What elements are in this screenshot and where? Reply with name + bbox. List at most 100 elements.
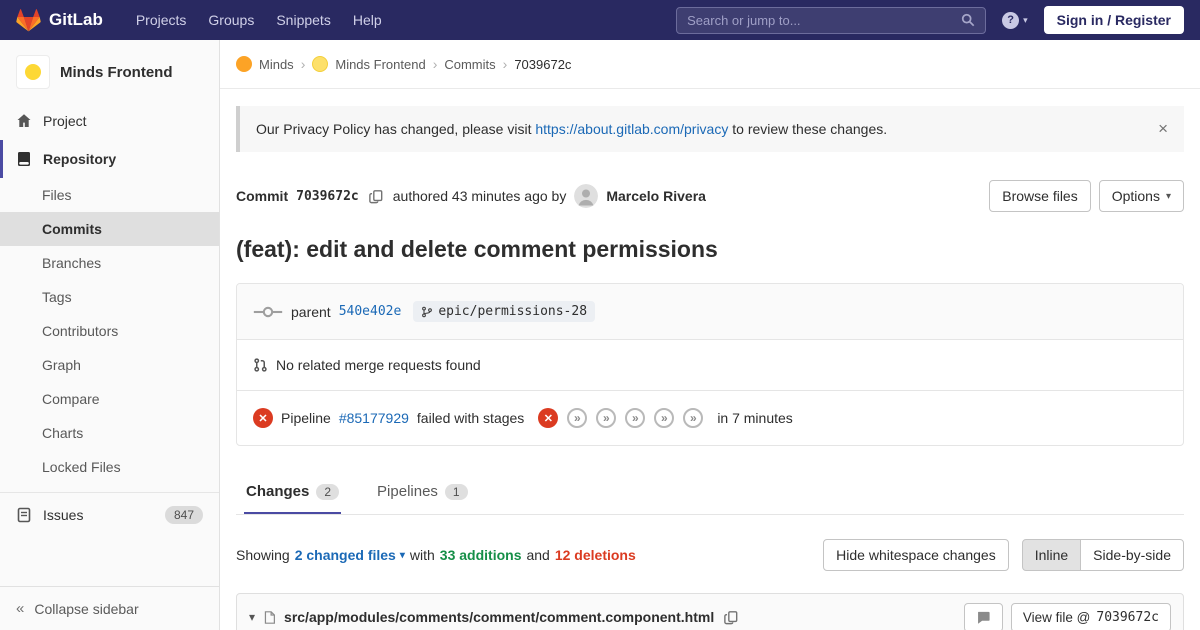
menu-snippets[interactable]: Snippets bbox=[265, 6, 341, 34]
chevron-down-icon: ▾ bbox=[1023, 14, 1028, 25]
sidebar-item-files[interactable]: Files bbox=[0, 178, 219, 212]
tab-pipelines-label: Pipelines bbox=[377, 483, 438, 500]
and-label: and bbox=[526, 547, 550, 563]
pipeline-mini-graph: ✕ » » » » » bbox=[538, 408, 704, 428]
showing-label: Showing bbox=[236, 547, 290, 563]
sign-in-button[interactable]: Sign in / Register bbox=[1043, 6, 1184, 34]
pipeline-duration: in 7 minutes bbox=[717, 410, 793, 426]
sidebar-item-project[interactable]: Project bbox=[0, 102, 219, 140]
browse-files-button[interactable]: Browse files bbox=[989, 180, 1091, 212]
view-file-label: View file @ bbox=[1022, 609, 1091, 625]
pipeline-stage-skipped-icon[interactable]: » bbox=[625, 408, 646, 428]
sidebar-item-label: Issues bbox=[43, 507, 84, 523]
file-comment-button[interactable] bbox=[963, 602, 1003, 630]
sidebar-item-repository[interactable]: Repository bbox=[0, 140, 219, 178]
commit-sha: 7039672c bbox=[296, 188, 359, 204]
breadcrumb-group[interactable]: Minds bbox=[259, 57, 294, 72]
privacy-banner: Our Privacy Policy has changed, please v… bbox=[236, 106, 1184, 152]
project-name: Minds Frontend bbox=[60, 63, 173, 81]
menu-groups[interactable]: Groups bbox=[197, 6, 265, 34]
chevron-down-icon: ▾ bbox=[1165, 190, 1171, 202]
privacy-policy-link[interactable]: https://about.gitlab.com/privacy bbox=[535, 121, 728, 137]
sidebar-item-branches[interactable]: Branches bbox=[0, 246, 219, 280]
pipeline-stage-skipped-icon[interactable]: » bbox=[654, 408, 675, 428]
parent-sha-link[interactable]: 540e402e bbox=[339, 304, 402, 319]
top-navbar: GitLab Projects Groups Snippets Help ? ▾… bbox=[0, 0, 1200, 40]
collapse-file-chevron-icon[interactable]: ▾ bbox=[249, 610, 255, 624]
sidebar-item-charts[interactable]: Charts bbox=[0, 416, 219, 450]
help-dropdown[interactable]: ? ▾ bbox=[1002, 11, 1028, 29]
breadcrumb: Minds › Minds Frontend › Commits › 70396… bbox=[220, 40, 1200, 89]
pipeline-stage-skipped-icon[interactable]: » bbox=[596, 408, 617, 428]
commit-label: Commit bbox=[236, 188, 289, 204]
author-avatar[interactable] bbox=[574, 184, 599, 208]
merge-request-icon bbox=[253, 357, 268, 373]
collapse-sidebar-label: Collapse sidebar bbox=[34, 600, 139, 617]
changed-files-dropdown[interactable]: 2 changed files ▾ bbox=[295, 547, 405, 563]
hide-whitespace-button[interactable]: Hide whitespace changes bbox=[823, 539, 1009, 571]
inline-view-button[interactable]: Inline bbox=[1021, 539, 1082, 571]
sidebar-item-compare[interactable]: Compare bbox=[0, 382, 219, 416]
main-menu: Projects Groups Snippets Help bbox=[125, 6, 393, 34]
view-file-button[interactable]: View file @ 7039672c bbox=[1010, 602, 1171, 630]
brand-name: GitLab bbox=[49, 10, 103, 29]
pipeline-stage-skipped-icon[interactable]: » bbox=[567, 408, 588, 428]
pipelines-count-badge: 1 bbox=[444, 483, 468, 500]
tab-changes[interactable]: Changes 2 bbox=[244, 470, 342, 514]
chevron-right-icon: › bbox=[432, 56, 438, 72]
gitlab-home-link[interactable]: GitLab bbox=[16, 8, 103, 32]
sidebar-item-commits[interactable]: Commits bbox=[0, 212, 219, 246]
search-input[interactable] bbox=[687, 12, 956, 28]
breadcrumb-commits[interactable]: Commits bbox=[444, 57, 495, 72]
comment-bubble-icon bbox=[976, 610, 991, 625]
commit-tabs: Changes 2 Pipelines 1 bbox=[236, 470, 1184, 515]
branch-name: epic/permissions-28 bbox=[438, 304, 588, 319]
side-by-side-view-button[interactable]: Side-by-side bbox=[1080, 539, 1184, 571]
project-context[interactable]: Minds Frontend bbox=[0, 40, 219, 102]
sidebar: Minds Frontend Project Repository Files … bbox=[0, 40, 220, 630]
sidebar-item-contributors[interactable]: Contributors bbox=[0, 314, 219, 348]
sidebar-item-tags[interactable]: Tags bbox=[0, 280, 219, 314]
banner-text-after: to review these changes. bbox=[728, 121, 888, 137]
copy-file-path-button[interactable] bbox=[722, 608, 740, 627]
main-content: Minds › Minds Frontend › Commits › 70396… bbox=[220, 0, 1200, 630]
pipeline-failed-icon[interactable]: ✕ bbox=[253, 408, 273, 428]
tab-pipelines[interactable]: Pipelines 1 bbox=[375, 470, 470, 514]
pipeline-stage-failed-icon[interactable]: ✕ bbox=[538, 408, 559, 428]
help-icon: ? bbox=[1002, 11, 1020, 29]
search-box bbox=[676, 6, 987, 34]
merge-requests-text: No related merge requests found bbox=[276, 357, 481, 373]
sidebar-item-locked-files[interactable]: Locked Files bbox=[0, 450, 219, 484]
copy-sha-button[interactable] bbox=[367, 187, 385, 206]
sidebar-item-label: Repository bbox=[43, 151, 117, 167]
diff-view-toggle: Inline Side-by-side bbox=[1021, 539, 1184, 571]
with-label: with bbox=[409, 547, 435, 563]
commit-title: (feat): edit and delete comment permissi… bbox=[236, 236, 718, 262]
file-icon bbox=[263, 610, 276, 625]
sidebar-item-label: Project bbox=[43, 113, 87, 129]
chevron-right-icon: › bbox=[502, 56, 508, 72]
gitlab-logo-icon bbox=[16, 8, 41, 32]
project-avatar-icon bbox=[312, 56, 329, 72]
additions-count: 33 additions bbox=[439, 547, 522, 563]
sidebar-item-issues[interactable]: Issues 847 bbox=[0, 492, 219, 537]
pipeline-stage-skipped-icon[interactable]: » bbox=[683, 408, 704, 428]
tab-changes-label: Changes bbox=[246, 483, 310, 500]
collapse-sidebar-button[interactable]: « Collapse sidebar bbox=[0, 586, 219, 630]
options-dropdown[interactable]: Options ▾ bbox=[1098, 180, 1184, 212]
issues-icon bbox=[16, 507, 32, 523]
sidebar-item-graph[interactable]: Graph bbox=[0, 348, 219, 382]
author-name-link[interactable]: Marcelo Rivera bbox=[606, 188, 706, 204]
project-avatar bbox=[16, 55, 50, 89]
menu-help[interactable]: Help bbox=[342, 6, 393, 34]
group-avatar-icon bbox=[236, 56, 252, 72]
file-path: src/app/modules/comments/comment/comment… bbox=[284, 609, 715, 625]
repository-icon bbox=[16, 151, 32, 167]
pipeline-id-link[interactable]: #85177929 bbox=[339, 410, 409, 426]
diff-stats-bar: Showing 2 changed files ▾ with 33 additi… bbox=[236, 539, 1184, 571]
breadcrumb-project[interactable]: Minds Frontend bbox=[335, 57, 425, 72]
branch-icon bbox=[421, 305, 433, 319]
close-icon[interactable]: × bbox=[1158, 119, 1168, 139]
branch-ref-label[interactable]: epic/permissions-28 bbox=[413, 301, 596, 322]
menu-projects[interactable]: Projects bbox=[125, 6, 198, 34]
